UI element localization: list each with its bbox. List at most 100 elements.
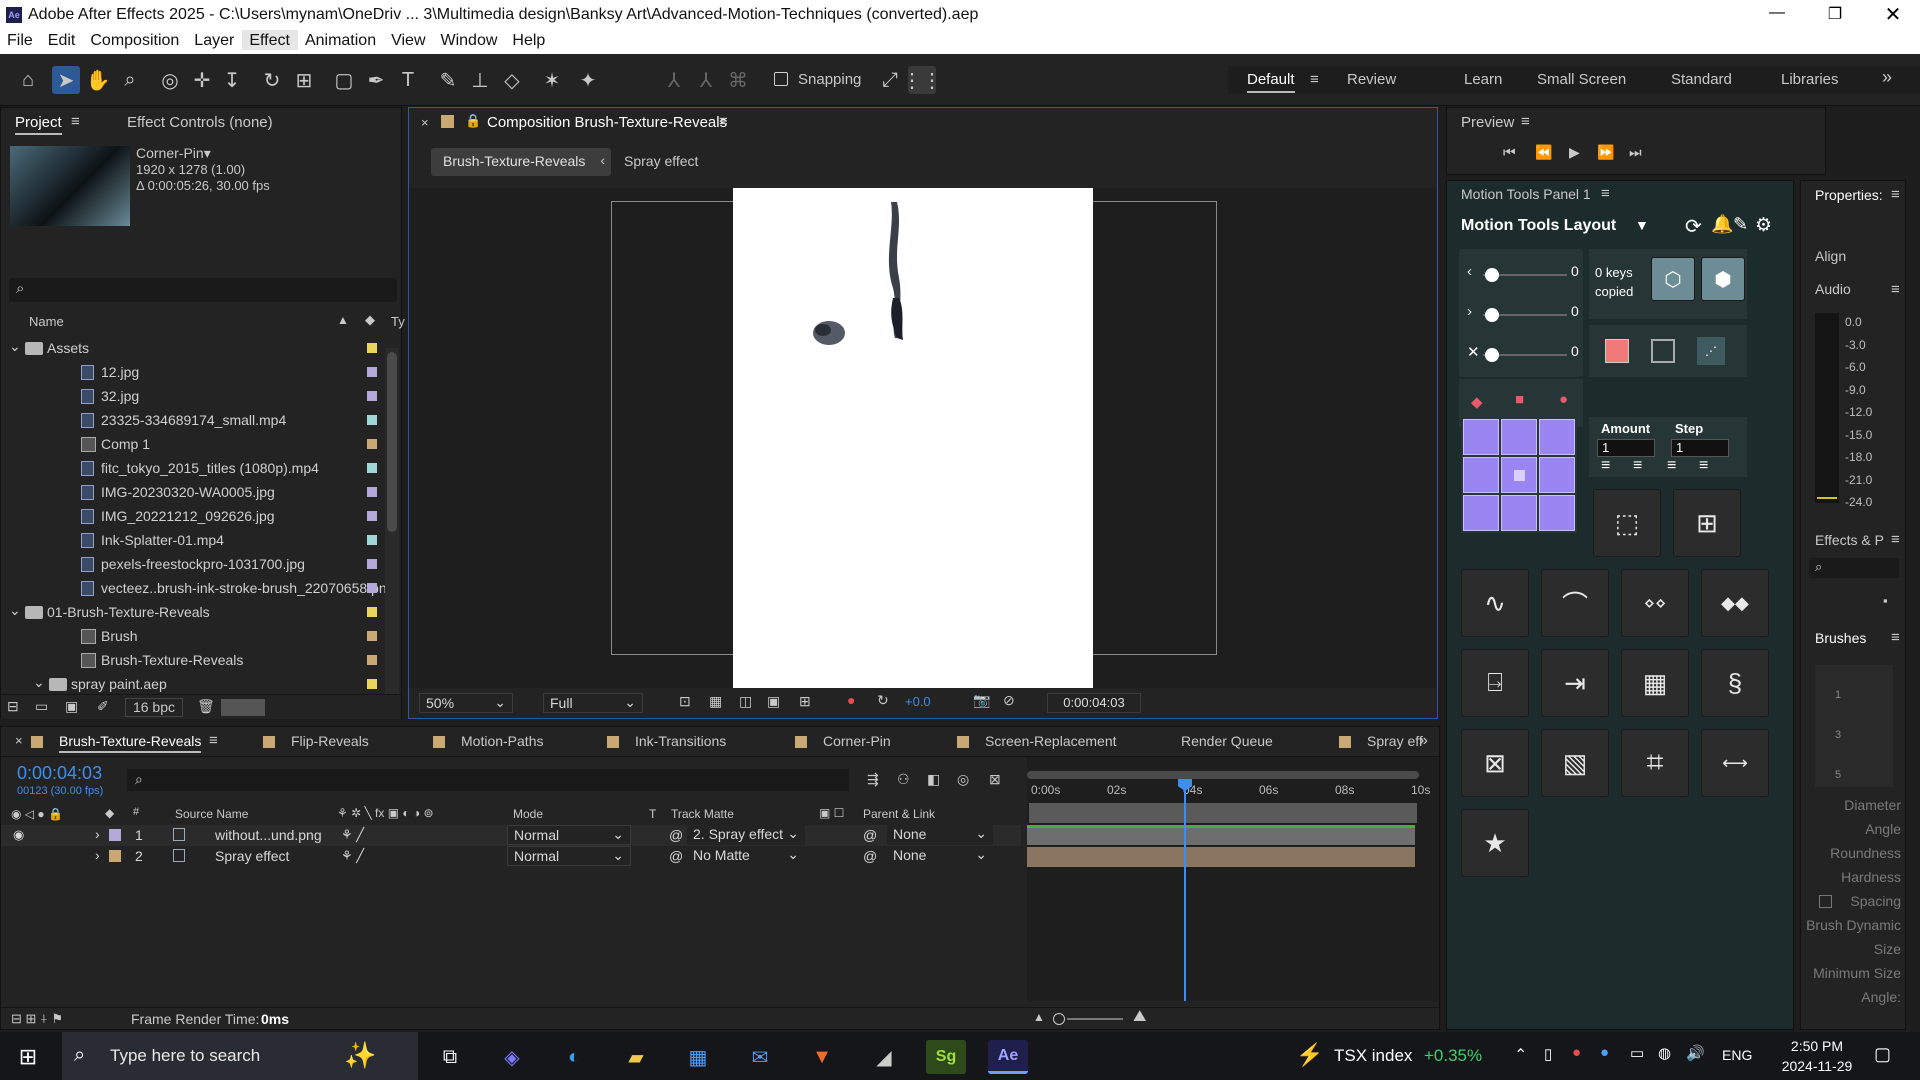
- after-effects-icon[interactable]: Ae: [988, 1040, 1028, 1074]
- layer-2-bar[interactable]: [1027, 847, 1415, 867]
- settings-gear-icon[interactable]: ⚙: [1755, 214, 1772, 237]
- ease-out-slider[interactable]: [1485, 308, 1499, 322]
- time-ruler[interactable]: 0:00s 02s 04s 06s 08s 10s: [1027, 779, 1439, 803]
- zoom-tool-icon[interactable]: ⌕: [116, 66, 144, 94]
- anchor-cell[interactable]: [1501, 495, 1537, 531]
- image-frame-icon[interactable]: ▧: [1541, 729, 1609, 797]
- col-name[interactable]: Name: [29, 314, 64, 329]
- label-color[interactable]: [367, 631, 377, 641]
- grid-layout-icon[interactable]: ⊞: [1673, 489, 1741, 557]
- blend-mode-select[interactable]: Normal ⌄: [507, 825, 631, 845]
- mask-visibility-icon[interactable]: ◫: [739, 693, 752, 710]
- edge-icon[interactable]: ◐: [554, 1040, 594, 1074]
- chevron-right-icon[interactable]: ›: [95, 826, 100, 842]
- chevron-down-icon[interactable]: ⌄: [9, 602, 21, 619]
- project-scrollbar[interactable]: [385, 348, 399, 708]
- shy-icon[interactable]: ◧: [927, 771, 940, 788]
- battery-icon[interactable]: ▭: [1630, 1044, 1644, 1062]
- brushes-title[interactable]: Brushes: [1815, 630, 1866, 646]
- track-matte-select[interactable]: No Matte ⌄: [687, 846, 805, 866]
- hand-tool-icon[interactable]: ✋: [84, 66, 112, 94]
- axis-view-icon[interactable]: ⌘: [724, 66, 752, 94]
- comment-icon[interactable]: ▪: [1883, 593, 1888, 608]
- language-indicator[interactable]: ENG: [1722, 1047, 1752, 1063]
- anchor-cell[interactable]: [1501, 457, 1537, 493]
- pan-tool-icon[interactable]: ✛: [188, 66, 216, 94]
- amount-input[interactable]: 1: [1597, 439, 1655, 457]
- label-color[interactable]: [367, 607, 377, 617]
- file-explorer-icon[interactable]: ▰: [616, 1040, 656, 1074]
- timeline-tab[interactable]: Motion-Paths: [461, 733, 543, 749]
- workspace-default[interactable]: Default: [1247, 71, 1295, 93]
- workspace-small-screen[interactable]: Small Screen: [1537, 71, 1626, 88]
- anchor-cell[interactable]: [1463, 419, 1499, 455]
- motion-blur-icon[interactable]: ◎: [957, 771, 969, 788]
- volume-icon[interactable]: 🔊: [1686, 1044, 1705, 1062]
- project-item-row[interactable]: 12.jpg: [1, 360, 379, 384]
- dolly-tool-icon[interactable]: ↧: [218, 66, 246, 94]
- minimize-button[interactable]: —: [1762, 4, 1792, 24]
- axis-local-icon[interactable]: ⅄: [660, 66, 688, 94]
- trash-icon[interactable]: 🗑: [197, 698, 215, 715]
- timeline-tab[interactable]: Corner-Pin: [823, 733, 891, 749]
- label-color[interactable]: [367, 535, 377, 545]
- windows-start-icon[interactable]: ⊞: [8, 1040, 48, 1074]
- close-tab-icon[interactable]: ×: [15, 733, 23, 748]
- playhead[interactable]: [1184, 779, 1186, 1001]
- chevron-down-icon[interactable]: ⌄: [33, 674, 45, 691]
- paste-keys-icon[interactable]: ⬢: [1701, 257, 1745, 301]
- comp-menu-icon[interactable]: ≡: [719, 113, 728, 130]
- bell-icon[interactable]: 🔔: [1711, 214, 1733, 235]
- workspace-review[interactable]: Review: [1347, 71, 1396, 88]
- draft-3d-icon[interactable]: ⚇: [897, 771, 910, 788]
- brushes-menu-icon[interactable]: ≡: [1891, 629, 1900, 646]
- scatter-keys-icon[interactable]: ⋄⋄: [1621, 569, 1689, 637]
- flip-keys-icon[interactable]: ◆◆: [1701, 569, 1769, 637]
- project-item-row[interactable]: vecteez..brush-ink-stroke-brush_22070658…: [1, 576, 394, 600]
- track-matte-header[interactable]: Track Matte: [671, 807, 734, 821]
- work-area-bar[interactable]: [1027, 771, 1419, 779]
- project-search-input[interactable]: ⌕: [9, 278, 397, 302]
- show-snapshot-icon[interactable]: ⊘: [1003, 692, 1015, 709]
- exposure-value[interactable]: +0.0: [905, 694, 931, 709]
- current-time-field[interactable]: 0:00:04:03: [1047, 693, 1141, 713]
- comp-viewer[interactable]: [409, 188, 1437, 688]
- stroke-box-icon[interactable]: [1651, 339, 1675, 363]
- last-frame-icon[interactable]: ⏭: [1629, 144, 1642, 161]
- play-icon[interactable]: ▶: [1569, 144, 1580, 161]
- folder-row[interactable]: ⌄ 01-Brush-Texture-Reveals: [1, 600, 379, 624]
- menu-view[interactable]: View: [384, 30, 433, 50]
- folder-row[interactable]: ⌄ spray paint.aep: [1, 672, 379, 696]
- next-frame-icon[interactable]: ⏩: [1597, 144, 1614, 161]
- source-name-header[interactable]: Source Name: [175, 807, 248, 821]
- pen-tool-icon[interactable]: ✒: [362, 66, 390, 94]
- guides-icon[interactable]: ⊞: [799, 693, 811, 710]
- effects-search-input[interactable]: ⌕: [1809, 558, 1899, 578]
- snap-edge-icon[interactable]: ⤢: [876, 66, 904, 94]
- sequence-layers-icon[interactable]: ⍈: [1461, 649, 1529, 717]
- orbit-tool-icon[interactable]: ◎: [156, 66, 184, 94]
- label-color[interactable]: [367, 487, 377, 497]
- effects-title[interactable]: Effects & P: [1815, 532, 1884, 548]
- task-view-icon[interactable]: ⧉: [430, 1040, 470, 1074]
- project-item-row[interactable]: Brush: [1, 624, 379, 648]
- edit-icon[interactable]: ✎: [1733, 214, 1748, 235]
- new-folder-icon[interactable]: ▭: [35, 698, 48, 715]
- parent-header[interactable]: Parent & Link: [863, 807, 935, 821]
- workspace-overflow-icon[interactable]: »: [1882, 67, 1892, 88]
- label-color[interactable]: [367, 367, 377, 377]
- timeline-menu-icon[interactable]: ≡: [209, 732, 218, 749]
- audio-menu-icon[interactable]: ≡: [1891, 281, 1900, 298]
- shape-tool-icon[interactable]: ▢: [330, 66, 358, 94]
- step-input[interactable]: 1: [1671, 439, 1729, 457]
- channel-icon[interactable]: ●: [847, 692, 855, 708]
- label-color[interactable]: [367, 559, 377, 569]
- project-menu-icon[interactable]: ≡: [71, 113, 80, 130]
- snap-feature-icon[interactable]: ⋮⋮: [902, 66, 942, 94]
- roto-brush-icon[interactable]: ✶: [538, 66, 566, 94]
- comp-flowchart-icon[interactable]: ⇶: [867, 771, 879, 788]
- folder-row[interactable]: ⌄ Assets: [1, 336, 379, 360]
- switches-header-icon[interactable]: ⚘ ✲ ╲ fx ▣ ◐ ◑ ⊚: [337, 806, 434, 820]
- tab-effect-controls[interactable]: Effect Controls (none): [127, 114, 273, 131]
- col-type[interactable]: Ty: [391, 314, 405, 329]
